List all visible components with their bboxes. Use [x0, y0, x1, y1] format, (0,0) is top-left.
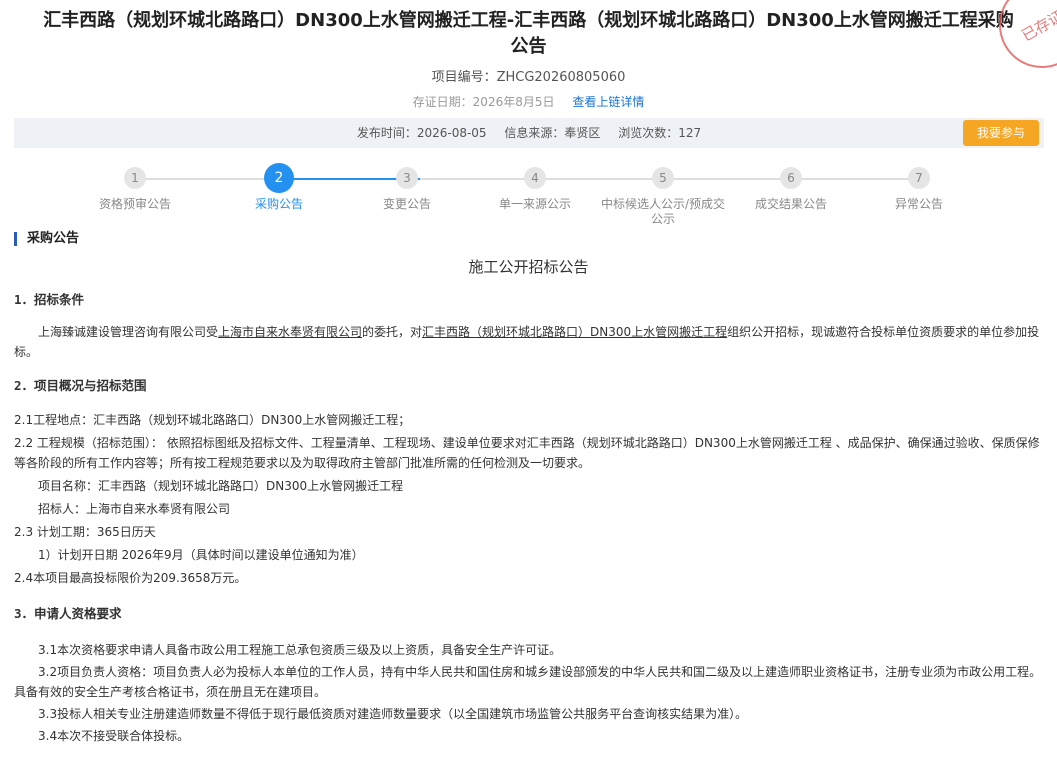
section-2-heading: 2．项目概况与招标范围: [14, 378, 147, 393]
deposit-date: 存证日期：2026年8月5日: [412, 95, 555, 109]
section-3-heading: 3．申请人资格要求: [14, 606, 122, 621]
page-title: 汇丰西路（规划环城北路路口）DN300上水管网搬迁工程-汇丰西路（规划环城北路路…: [43, 10, 1014, 57]
project-number: 项目编号：ZHCG20260805060: [431, 70, 626, 85]
tenderee-name: 上海市自来水奉贤有限公司: [218, 325, 363, 339]
step-5[interactable]: 5 中标候选人公示/预成交公示: [598, 167, 728, 227]
step-7[interactable]: 7 异常公告: [854, 167, 984, 212]
item-3-2: 3.2项目负责人资格：项目负责人必为投标人本单位的工作人员，持有中华人民共和国住…: [14, 665, 1042, 699]
section-1-paragraph: 上海臻诚建设管理咨询有限公司受上海市自来水奉贤有限公司的委托，对汇丰西路（规划环…: [14, 325, 1040, 359]
join-button[interactable]: 我要参与: [963, 120, 1039, 146]
step-4[interactable]: 4 单一来源公示: [470, 167, 600, 212]
info-bar: 发布时间：2026-08-05 信息来源：奉贤区 浏览次数：127 我要参与: [14, 118, 1044, 148]
announcement-body: 1．招标条件 上海臻诚建设管理咨询有限公司受上海市自来水奉贤有限公司的委托，对汇…: [14, 290, 1047, 746]
item-2-4: 2.4本项目最高投标限价为209.3658万元。: [14, 571, 247, 585]
item-3-3: 3.3投标人相关专业注册建造师数量不得低于现行最低资质对建造师数量要求（以全国建…: [38, 707, 748, 721]
view-chain-details-link[interactable]: 查看上链详情: [572, 95, 644, 109]
deposit-row: 存证日期：2026年8月5日 查看上链详情: [0, 93, 1057, 110]
item-2-3: 2.3 计划工期：365日历天: [14, 525, 156, 539]
section-heading: 采购公告: [14, 232, 79, 246]
publish-time: 发布时间：2026-08-05: [356, 126, 487, 140]
project-name: 汇丰西路（规划环城北路路口）DN300上水管网搬迁工程: [422, 325, 728, 339]
step-1[interactable]: 1 资格预审公告: [70, 167, 200, 212]
item-3-1: 3.1本次资格要求申请人具备市政公用工程施工总承包资质三级及以上资质，具备安全生…: [38, 643, 562, 657]
item-2-3-1: 1）计划开日期 2026年9月（具体时间以建设单位通知为准）: [38, 548, 364, 562]
section-1-heading: 1．招标条件: [14, 292, 85, 307]
view-count: 浏览次数：127: [618, 126, 702, 140]
info-source: 信息来源：奉贤区: [504, 126, 601, 140]
process-steps: 1 资格预审公告 2 采购公告 3 变更公告 4 单一来源公示 5 中标候选人公示/预成交…: [70, 162, 990, 232]
step-6[interactable]: 6 成交结果公告: [726, 167, 856, 212]
bidder-line: 招标人：上海市自来水奉贤有限公司: [38, 502, 231, 516]
item-3-4: 3.4本次不接受联合体投标。: [38, 729, 190, 743]
document-title: 施工公开招标公告: [468, 258, 589, 276]
item-2-2: 2.2 工程规模（招标范围）： 依照招标图纸及招标文件、工程量清单、工程现场、建…: [14, 436, 1040, 470]
item-2-1: 2.1工程地点：汇丰西路（规划环城北路路口）DN300上水管网搬迁工程；: [14, 413, 411, 427]
step-3[interactable]: 3 变更公告: [342, 167, 472, 212]
step-2[interactable]: 2 采购公告: [214, 163, 344, 212]
project-name-line: 项目名称：汇丰西路（规划环城北路路口）DN300上水管网搬迁工程: [38, 479, 404, 493]
